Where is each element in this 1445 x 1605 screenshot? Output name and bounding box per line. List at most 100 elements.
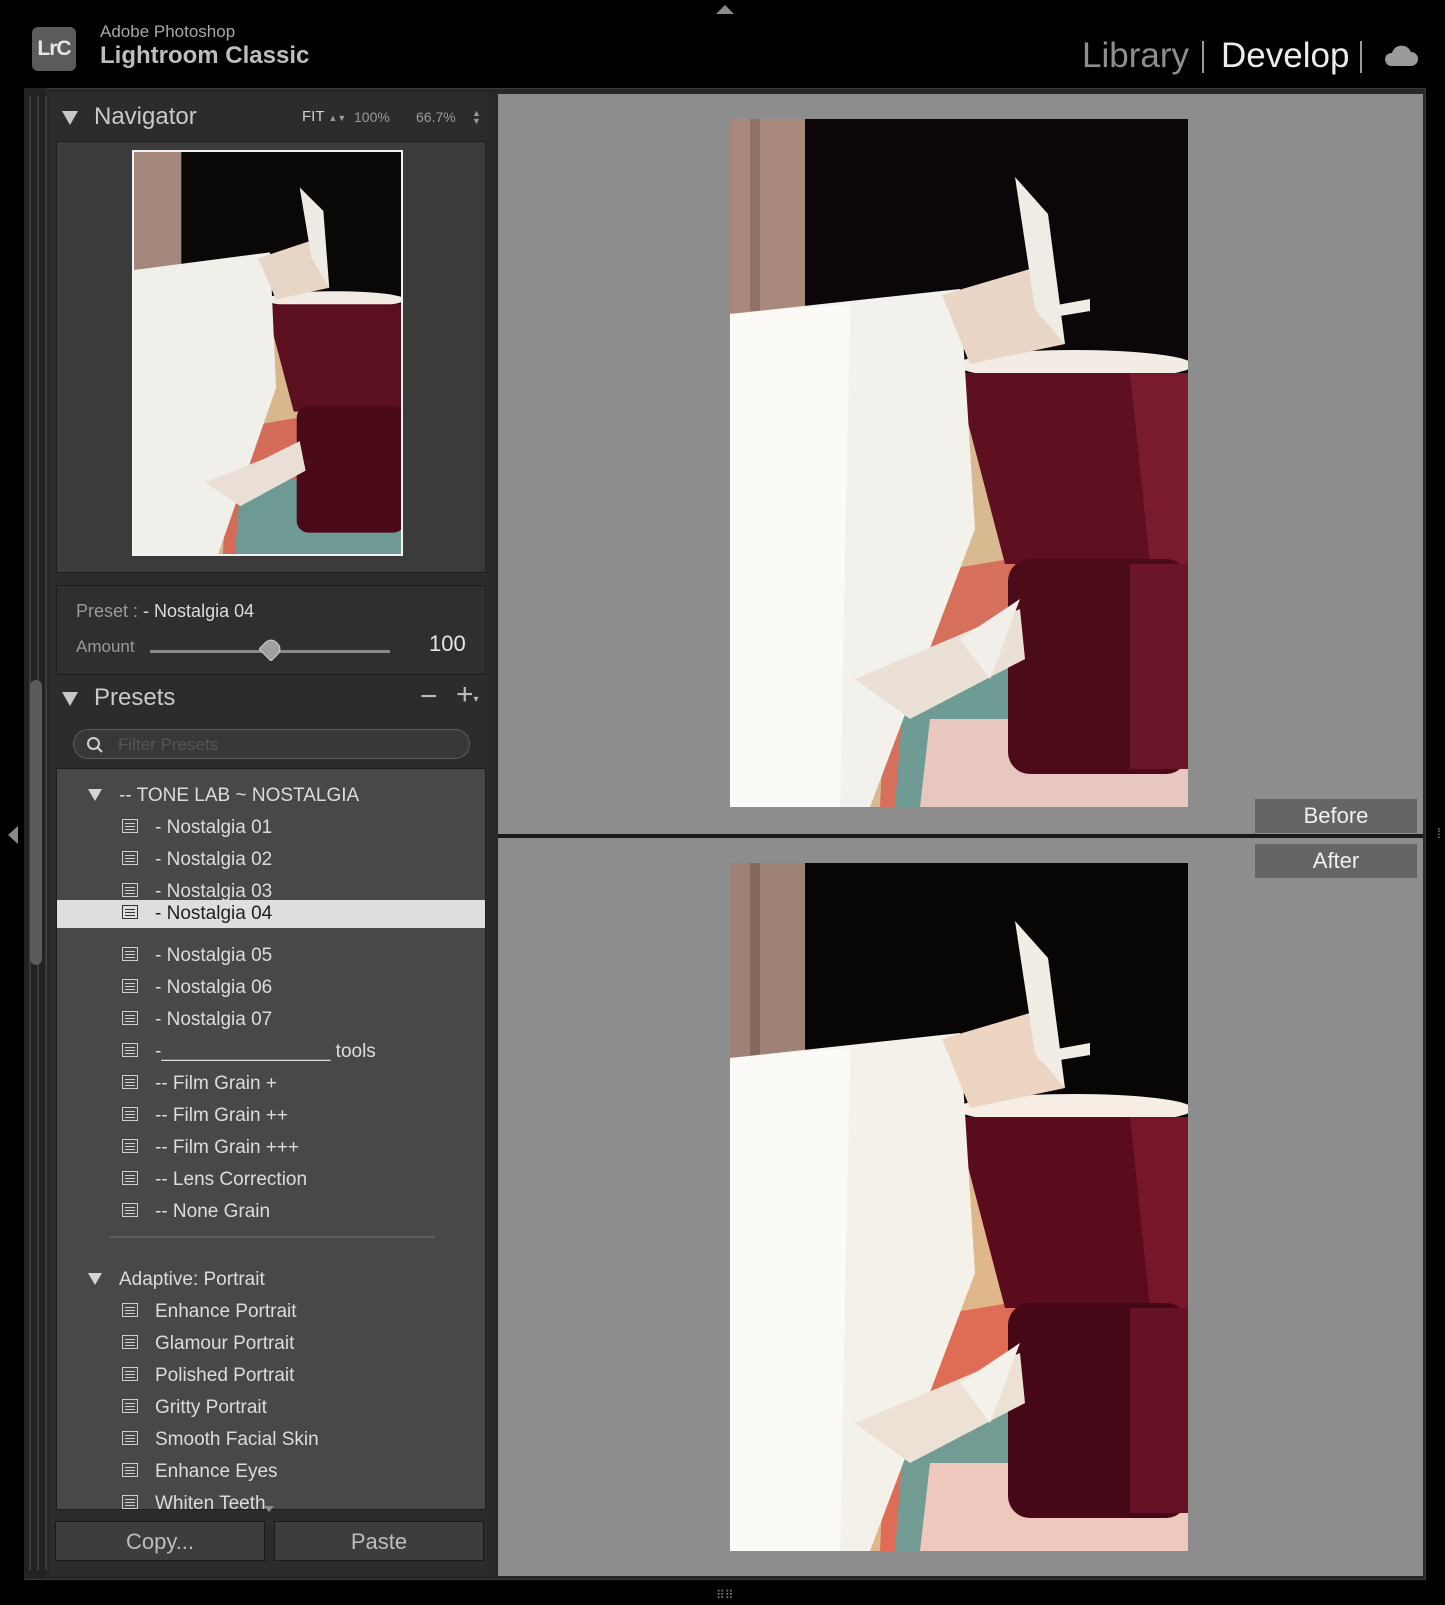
preset-group-label: -- TONE LAB ~ NOSTALGIA [119,785,360,806]
preset-item[interactable]: - Nostalgia 06 [57,972,485,1004]
preset-icon [122,1431,138,1445]
preset-icon [122,1171,138,1185]
add-preset-label: + [456,678,474,711]
preset-group-tone-lab[interactable]: -- TONE LAB ~ NOSTALGIA [57,780,485,812]
search-icon [87,737,103,753]
navigator-thumbnail[interactable] [132,150,403,556]
preset-icon [122,1203,138,1217]
zoom-custom[interactable]: 66.7% [416,109,456,125]
preset-item[interactable]: -- Lens Correction [57,1164,485,1196]
preset-item[interactable]: - Nostalgia 02 [57,844,485,876]
cloud-icon[interactable] [1383,42,1419,75]
group-expand-icon[interactable] [88,789,102,801]
preset-item-label: Enhance Eyes [155,1461,278,1482]
preset-item[interactable]: Polished Portrait [57,1360,485,1392]
preset-item[interactable]: - Nostalgia 05 [57,940,485,972]
preset-item-label: -- Film Grain +++ [155,1137,300,1158]
preset-item-label: - Nostalgia 01 [155,817,273,838]
preset-icon [122,1399,138,1413]
amount-label: Amount [76,637,135,656]
navigator-collapse-icon[interactable] [62,111,78,125]
zoom-fit[interactable]: FIT ▲▼ [302,108,346,125]
module-library[interactable]: Library [1082,36,1189,76]
preset-icon [122,819,138,833]
preset-item-label: Polished Portrait [155,1365,295,1386]
preset-item[interactable]: - Nostalgia 01 [57,812,485,844]
preset-icon [122,1075,138,1089]
preset-icon [122,1367,138,1381]
preset-item-label: Smooth Facial Skin [155,1429,319,1450]
after-photo-image [730,863,1188,1551]
after-label: After [1255,844,1417,878]
preset-item-selected[interactable]: - Nostalgia 04 [57,900,485,928]
presets-list: -- TONE LAB ~ NOSTALGIA - Nostalgia 01 -… [56,768,486,1510]
preset-icon [122,1463,138,1477]
preset-icon [122,1043,138,1057]
amount-value[interactable]: 100 [429,631,466,657]
module-develop[interactable]: Develop [1221,36,1349,76]
preset-icon [122,947,138,961]
add-preset-dropdown-icon: ▾ [473,694,479,705]
preset-item[interactable]: Enhance Portrait [57,1296,485,1328]
grip-line [45,96,47,1570]
bottom-panel-handle-icon[interactable]: ⠿⠿ [716,1588,734,1602]
copy-button[interactable]: Copy... [55,1521,265,1561]
add-preset-button[interactable]: +▾ [456,678,479,712]
preset-group-divider [110,1236,435,1238]
preset-item-label: -- Lens Correction [155,1169,308,1190]
filter-presets-input[interactable] [116,733,460,757]
preset-group-label: Adaptive: Portrait [119,1269,265,1290]
scroll-down-arrow-icon[interactable] [264,1506,274,1512]
preset-item-label: -- Film Grain + [155,1073,277,1094]
preset-icon [122,883,138,897]
preset-item[interactable]: -- None Grain [57,1196,485,1228]
zoom-100[interactable]: 100% [354,109,390,125]
preset-item[interactable]: Gritty Portrait [57,1392,485,1424]
preset-item[interactable]: -- Film Grain ++ [57,1100,485,1132]
before-label: Before [1255,799,1417,833]
preset-item-label: Enhance Portrait [155,1301,297,1322]
module-separator [1202,41,1204,73]
zoom-custom-updown-icon[interactable]: ▲ ▼ [472,109,481,126]
presets-collapse-icon[interactable] [62,692,78,706]
preset-icon [122,1011,138,1025]
zoom-fit-updown-icon: ▲▼ [328,113,347,123]
preset-item[interactable]: Enhance Eyes [57,1456,485,1488]
preset-icon [122,979,138,993]
preset-item[interactable]: -________________ tools [57,1036,485,1068]
paste-button[interactable]: Paste [274,1521,484,1561]
left-panel-scrollbar[interactable] [30,680,42,965]
app-subtitle: Adobe Photoshop [100,22,236,41]
presets-title: Presets [94,684,176,711]
preset-item-label: - Nostalgia 05 [155,945,273,966]
preset-icon [122,905,138,919]
collapse-top-panel-arrow-icon[interactable] [716,5,734,14]
collapse-left-panel-arrow-icon[interactable] [8,826,18,844]
preset-label: Preset : [76,601,139,621]
preset-item-label: - Nostalgia 07 [155,1009,273,1030]
preset-item-label: -- Film Grain ++ [155,1105,289,1126]
preset-item[interactable]: -- Film Grain + [57,1068,485,1100]
preset-item[interactable]: Smooth Facial Skin [57,1424,485,1456]
preset-item[interactable]: - Nostalgia 07 [57,1004,485,1036]
preset-item[interactable]: Glamour Portrait [57,1328,485,1360]
right-panel-handle-icon[interactable]: ⁞ [1437,825,1441,841]
preset-icon [122,1107,138,1121]
preset-icon [122,1335,138,1349]
navigator-photo-image [134,152,401,554]
preset-name: - Nostalgia 04 [143,601,255,621]
after-photo[interactable] [730,863,1188,1551]
preset-icon [122,1139,138,1153]
before-photo[interactable] [730,119,1188,807]
navigator-title: Navigator [94,103,197,130]
preset-item-label: Whiten Teeth [155,1493,266,1510]
preset-item[interactable]: -- Film Grain +++ [57,1132,485,1164]
remove-preset-button[interactable]: − [420,680,438,714]
app-title: Lightroom Classic [100,42,310,69]
preset-item-label: - Nostalgia 02 [155,849,273,870]
app-logo: LrC [32,27,76,71]
filter-presets-field[interactable] [73,729,470,759]
group-expand-icon[interactable] [88,1273,102,1285]
preset-group-adaptive-portrait[interactable]: Adaptive: Portrait [57,1264,485,1296]
preset-amount-box [56,585,486,675]
